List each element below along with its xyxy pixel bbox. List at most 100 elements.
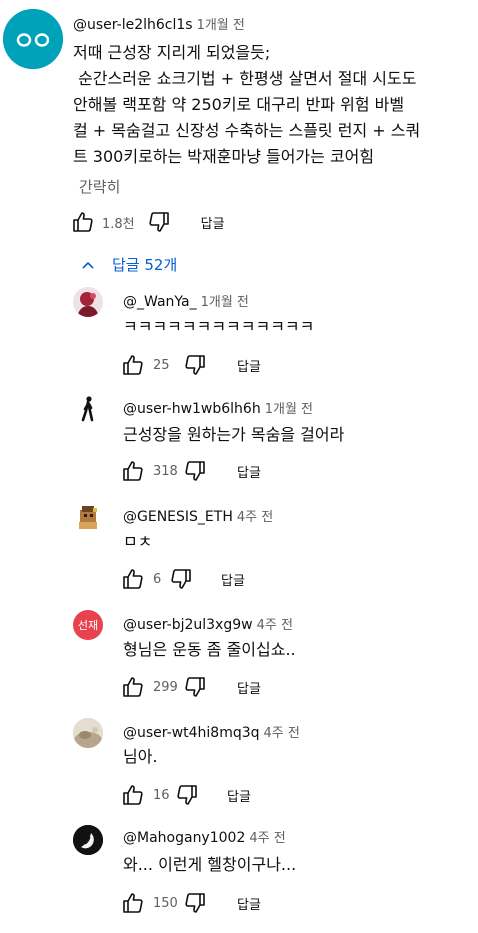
comment-line: 컬 + 목숨걸고 신장성 수축하는 스플릿 런지 + 스쿼 bbox=[73, 121, 421, 140]
like-count: 150 bbox=[153, 895, 178, 911]
like-button[interactable] bbox=[121, 459, 145, 483]
owl-eyes-icon bbox=[3, 9, 63, 69]
reply-button[interactable]: 답글 bbox=[227, 786, 251, 805]
thumbs-down-icon bbox=[185, 677, 205, 697]
comment-line: 트 300키로하는 박재훈마냥 들어가는 코어힘 bbox=[73, 147, 375, 166]
author-name[interactable]: @Mahogany1002 bbox=[123, 830, 245, 846]
like-button[interactable] bbox=[121, 567, 145, 591]
author-name[interactable]: @user-le2lh6cl1s bbox=[73, 17, 193, 33]
like-count: 318 bbox=[153, 463, 178, 479]
thumbs-down-icon bbox=[149, 212, 169, 232]
dark-swirl-icon bbox=[73, 825, 103, 855]
like-button[interactable] bbox=[121, 353, 145, 377]
comment-header: @_WanYa_ 1개월 전 bbox=[123, 291, 249, 310]
thumbs-up-icon bbox=[73, 212, 93, 232]
chevron-up-icon bbox=[82, 261, 94, 269]
avatar[interactable] bbox=[73, 718, 103, 748]
reply-button[interactable]: 답글 bbox=[237, 894, 261, 913]
comment-header: @user-bj2ul3xg9w 4주 전 bbox=[123, 614, 293, 633]
comment-header: @GENESIS_ETH 4주 전 bbox=[123, 506, 273, 525]
comment-line: 순간스러운 쇼크기법 + 한평생 살면서 절대 시도도 bbox=[73, 69, 417, 88]
like-count: 299 bbox=[153, 679, 178, 695]
reply-button[interactable]: 답글 bbox=[237, 678, 261, 697]
avatar[interactable] bbox=[73, 502, 103, 532]
comment-actions: 1.8천 답글 bbox=[71, 210, 225, 234]
red-figure-avatar-icon bbox=[73, 287, 103, 317]
author-name[interactable]: @_WanYa_ bbox=[123, 294, 197, 310]
comment-text: ㅋㅋㅋㅋㅋㅋㅋㅋㅋㅋㅋㅋㅋ bbox=[123, 317, 315, 336]
author-name[interactable]: @user-wt4hi8mq3q bbox=[123, 725, 260, 741]
reply-button[interactable]: 답글 bbox=[237, 462, 261, 481]
comment-time[interactable]: 4주 전 bbox=[249, 831, 285, 846]
thumbs-up-icon bbox=[123, 893, 143, 913]
author-name[interactable]: @GENESIS_ETH bbox=[123, 509, 233, 525]
comment-actions: 150 답글 bbox=[121, 891, 261, 915]
thumbs-down-icon bbox=[185, 893, 205, 913]
comment-actions: 16 답글 bbox=[121, 783, 251, 807]
author-name[interactable]: @user-bj2ul3xg9w bbox=[123, 617, 253, 633]
comment-actions: 299 답글 bbox=[121, 675, 261, 699]
reply-button[interactable]: 답글 bbox=[221, 570, 245, 589]
thumbs-up-icon bbox=[123, 785, 143, 805]
dislike-button[interactable] bbox=[183, 891, 207, 915]
comment-text: 형님은 운동 좀 줄이십쇼.. bbox=[123, 640, 296, 659]
avatar[interactable]: 선재 bbox=[73, 610, 103, 640]
comment-text: 님아. bbox=[123, 747, 158, 766]
comment-time[interactable]: 4주 전 bbox=[264, 726, 300, 741]
dislike-button[interactable] bbox=[147, 210, 171, 234]
comment-text: 저때 근성장 지리게 되었을듯; 순간스러운 쇼크기법 + 한평생 살면서 절대… bbox=[73, 40, 420, 170]
comment-actions: 25 답글 bbox=[121, 353, 261, 377]
like-button[interactable] bbox=[121, 675, 145, 699]
comment-time[interactable]: 1개월 전 bbox=[201, 295, 249, 310]
avatar-initials: 선재 bbox=[77, 619, 99, 632]
comment-time[interactable]: 4주 전 bbox=[237, 510, 273, 525]
dislike-button[interactable] bbox=[183, 353, 207, 377]
comment-time[interactable]: 4주 전 bbox=[257, 618, 293, 633]
comment-text: ㅁㅊ bbox=[123, 532, 153, 551]
avatar[interactable] bbox=[3, 9, 63, 69]
thumbs-up-icon bbox=[123, 355, 143, 375]
thumbs-up-icon bbox=[123, 461, 143, 481]
like-button[interactable] bbox=[71, 210, 95, 234]
thumbs-down-icon bbox=[185, 461, 205, 481]
thumbs-down-icon bbox=[185, 355, 205, 375]
replies-toggle-button[interactable]: 답글 52개 bbox=[80, 254, 177, 275]
show-less-button[interactable]: 간략히 bbox=[79, 176, 120, 197]
avatar[interactable] bbox=[73, 394, 103, 424]
comment-text: 와... 이런게 헬창이구나... bbox=[123, 855, 297, 874]
like-count: 1.8천 bbox=[102, 216, 135, 232]
like-count: 25 bbox=[153, 357, 170, 373]
photo-avatar-icon bbox=[73, 718, 103, 748]
like-button[interactable] bbox=[121, 783, 145, 807]
thumbs-up-icon bbox=[123, 677, 143, 697]
comment-line: 안해볼 랙포함 약 250키로 대구리 반파 위험 바벨 bbox=[73, 95, 405, 114]
comment-header: @user-hw1wb6lh6h 1개월 전 bbox=[123, 398, 313, 417]
reply-button[interactable]: 답글 bbox=[237, 356, 261, 375]
thumbs-up-icon bbox=[123, 569, 143, 589]
comment-actions: 318 답글 bbox=[121, 459, 261, 483]
dislike-button[interactable] bbox=[183, 675, 207, 699]
avatar[interactable] bbox=[73, 825, 103, 855]
comment-header: @user-le2lh6cl1s 1개월 전 bbox=[73, 14, 245, 33]
walking-silhouette-icon bbox=[73, 394, 103, 424]
replies-count-label: 답글 52개 bbox=[112, 256, 178, 274]
avatar[interactable] bbox=[73, 287, 103, 317]
like-count: 16 bbox=[153, 787, 170, 803]
comment-header: @user-wt4hi8mq3q 4주 전 bbox=[123, 722, 300, 741]
like-count: 6 bbox=[153, 571, 162, 587]
comment-text: 근성장을 원하는가 목숨을 걸어라 bbox=[123, 425, 345, 444]
thumbs-down-icon bbox=[177, 785, 197, 805]
comment-time[interactable]: 1개월 전 bbox=[265, 402, 313, 417]
reply-button[interactable]: 답글 bbox=[201, 213, 225, 232]
dislike-button[interactable] bbox=[169, 567, 193, 591]
author-name[interactable]: @user-hw1wb6lh6h bbox=[123, 401, 261, 417]
comment-line: 저때 근성장 지리게 되었을듯; bbox=[73, 43, 271, 62]
dislike-button[interactable] bbox=[183, 459, 207, 483]
pixel-character-icon bbox=[73, 502, 103, 532]
comment-time[interactable]: 1개월 전 bbox=[197, 18, 245, 33]
comment-actions: 6 답글 bbox=[121, 567, 245, 591]
like-button[interactable] bbox=[121, 891, 145, 915]
comment-header: @Mahogany1002 4주 전 bbox=[123, 827, 286, 846]
thumbs-down-icon bbox=[171, 569, 191, 589]
dislike-button[interactable] bbox=[175, 783, 199, 807]
